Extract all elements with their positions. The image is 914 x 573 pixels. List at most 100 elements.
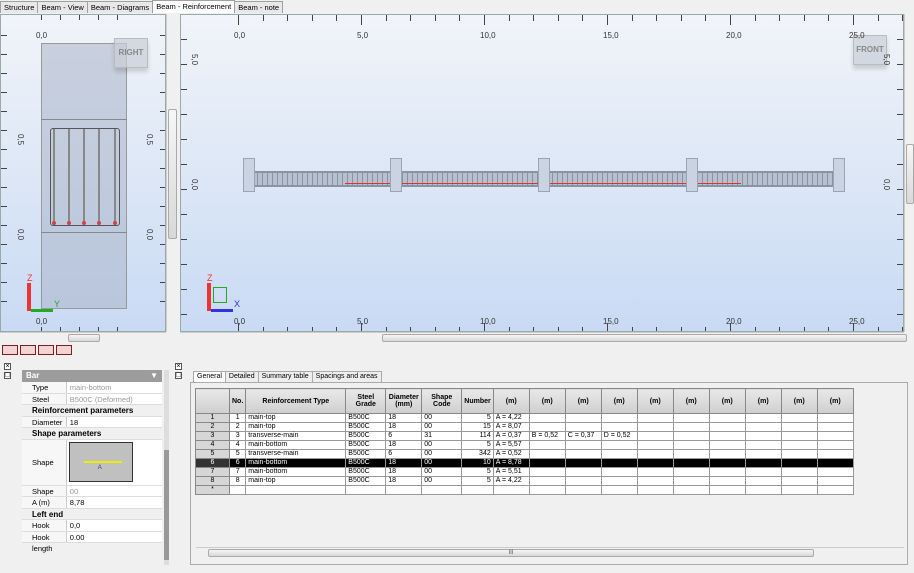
table-row[interactable]: 3 3 transverse-main B500C 6 31 114 A = 0,37 B = … [195,431,854,441]
close-panel-icon[interactable]: × [4,363,11,370]
cell-code[interactable]: 00 [421,440,463,450]
stirrup-view-icon[interactable] [20,345,36,355]
pin-panel-icon[interactable]: □ [4,372,11,379]
scroll-thumb[interactable]: III [208,549,814,557]
section-view-icon[interactable] [56,345,72,355]
table-row[interactable]: 5 5 transverse-main B500C 6 00 342 A = 0,52 [195,449,854,459]
table-row[interactable]: 1 1 main-top B500C 18 00 5 A = 4,22 [195,413,854,423]
cell-dimension[interactable] [672,431,710,441]
table-row[interactable]: * [195,485,854,495]
cell-dimension[interactable] [636,431,674,441]
property-row[interactable]: Type main-bottom [22,382,162,394]
cell-dimension[interactable] [600,467,638,477]
shape-preview[interactable]: A [67,440,162,485]
cell-no[interactable]: 5 [228,449,247,459]
cell-grade[interactable]: B500C [345,440,387,450]
column-header[interactable]: (m) [780,388,818,414]
columns-view-icon[interactable] [38,345,54,355]
cell-dimension[interactable] [708,413,746,423]
cell-dia[interactable]: 18 [385,476,423,486]
cell-dimension[interactable] [708,458,746,468]
cell-code[interactable]: 00 [421,449,463,459]
cell-dimension[interactable] [564,458,602,468]
column-header[interactable]: Shape Code [421,388,463,414]
cell-dimension[interactable] [528,449,566,459]
cell-dimension[interactable]: A = 0,37 [492,431,530,441]
cell-type[interactable]: main-top [245,476,347,486]
cell-dimension[interactable] [672,476,710,486]
cell-dimension[interactable] [564,440,602,450]
cell-no[interactable]: 6 [228,458,247,468]
cell-num[interactable]: 15 [461,422,494,432]
property-row[interactable]: Shape code00 [22,485,162,507]
cell-dimension[interactable] [600,485,638,495]
property-value[interactable]: 8,78 [67,497,162,508]
cell-dimension[interactable] [600,422,638,432]
cell-type[interactable]: main-top [245,413,347,423]
tab-beam-reinforcement[interactable]: Beam - Reinforcement [152,0,236,13]
column-header[interactable]: No. [228,388,247,414]
table-row[interactable]: 8 8 main-top B500C 18 00 5 A = 4,22 [195,476,854,486]
cell-type[interactable]: main-bottom [245,458,347,468]
cell-dia[interactable]: 18 [385,422,423,432]
cell-no[interactable]: 1 [228,413,247,423]
cell-grade[interactable]: B500C [345,422,387,432]
cell-dimension[interactable] [600,476,638,486]
column-header[interactable]: (m) [636,388,674,414]
column-header[interactable]: (m) [672,388,710,414]
row-header[interactable]: 7 [195,467,230,477]
cell-code[interactable]: 00 [421,422,463,432]
cell-dimension[interactable] [636,476,674,486]
cell-grade[interactable]: B500C [345,467,387,477]
side-view-viewport[interactable]: RIGHT 0,0 0,0 0,5 0,0 0,5 0,0 Z Y [0,14,166,332]
side-view-vscrollbar[interactable] [166,14,177,332]
property-value[interactable]: 18 [67,417,162,428]
cell-dimension[interactable] [672,458,710,468]
row-header[interactable]: 8 [195,476,230,486]
cell-dimension[interactable] [600,449,638,459]
scroll-thumb[interactable] [906,144,914,204]
cell-dimension[interactable] [564,476,602,486]
cell-dimension[interactable] [564,422,602,432]
cell-code[interactable]: 00 [421,413,463,423]
property-row[interactable]: Hook length 0.00 [22,531,162,553]
cell-dimension[interactable] [564,485,602,495]
cell-dimension[interactable] [600,440,638,450]
cell-type[interactable]: transverse-main [245,431,347,441]
scroll-thumb[interactable] [382,334,907,342]
cell-dimension[interactable] [780,431,818,441]
cell-dimension[interactable] [708,431,746,441]
cell-dimension[interactable] [708,467,746,477]
cell-dia[interactable]: 18 [385,458,423,468]
cell-dimension[interactable]: A = 4,22 [492,476,530,486]
cell-dimension[interactable] [528,413,566,423]
property-value[interactable]: main-bottom [67,382,162,393]
table-row[interactable]: 4 4 main-bottom B500C 18 00 5 A = 5,57 [195,440,854,450]
cell-dia[interactable]: 18 [385,440,423,450]
column-header[interactable]: (m) [816,388,854,414]
front-view-hscrollbar[interactable] [180,332,907,342]
property-scrollbar[interactable] [164,370,169,565]
cell-dia[interactable]: 6 [385,449,423,459]
tab-beam-diagrams[interactable]: Beam - Diagrams [86,1,154,13]
cell-no[interactable] [228,485,247,495]
cell-code[interactable]: 00 [421,476,463,486]
cell-dimension[interactable] [528,485,566,495]
table-row[interactable]: 6 6 main-bottom B500C 18 00 10 A = 8,78 [195,458,854,468]
close-panel-icon[interactable]: × [175,363,182,370]
tab-detailed[interactable]: Detailed [224,371,259,382]
table-row[interactable]: 7 7 main-bottom B500C 18 00 5 A = 5,51 [195,467,854,477]
tab-spacings-and-areas[interactable]: Spacings and areas [311,371,382,382]
cell-dimension[interactable] [744,449,782,459]
cell-dimension[interactable] [672,413,710,423]
cell-dimension[interactable] [636,449,674,459]
cell-dimension[interactable]: A = 0,52 [492,449,530,459]
cell-dimension[interactable] [600,458,638,468]
cell-num[interactable]: 10 [461,458,494,468]
cell-dimension[interactable] [636,458,674,468]
cell-dimension[interactable] [564,413,602,423]
collapse-icon[interactable]: ▼ [150,370,158,382]
cell-dimension[interactable] [816,440,854,450]
tab-beam-view[interactable]: Beam - View [37,1,88,13]
cell-dimension[interactable] [636,422,674,432]
